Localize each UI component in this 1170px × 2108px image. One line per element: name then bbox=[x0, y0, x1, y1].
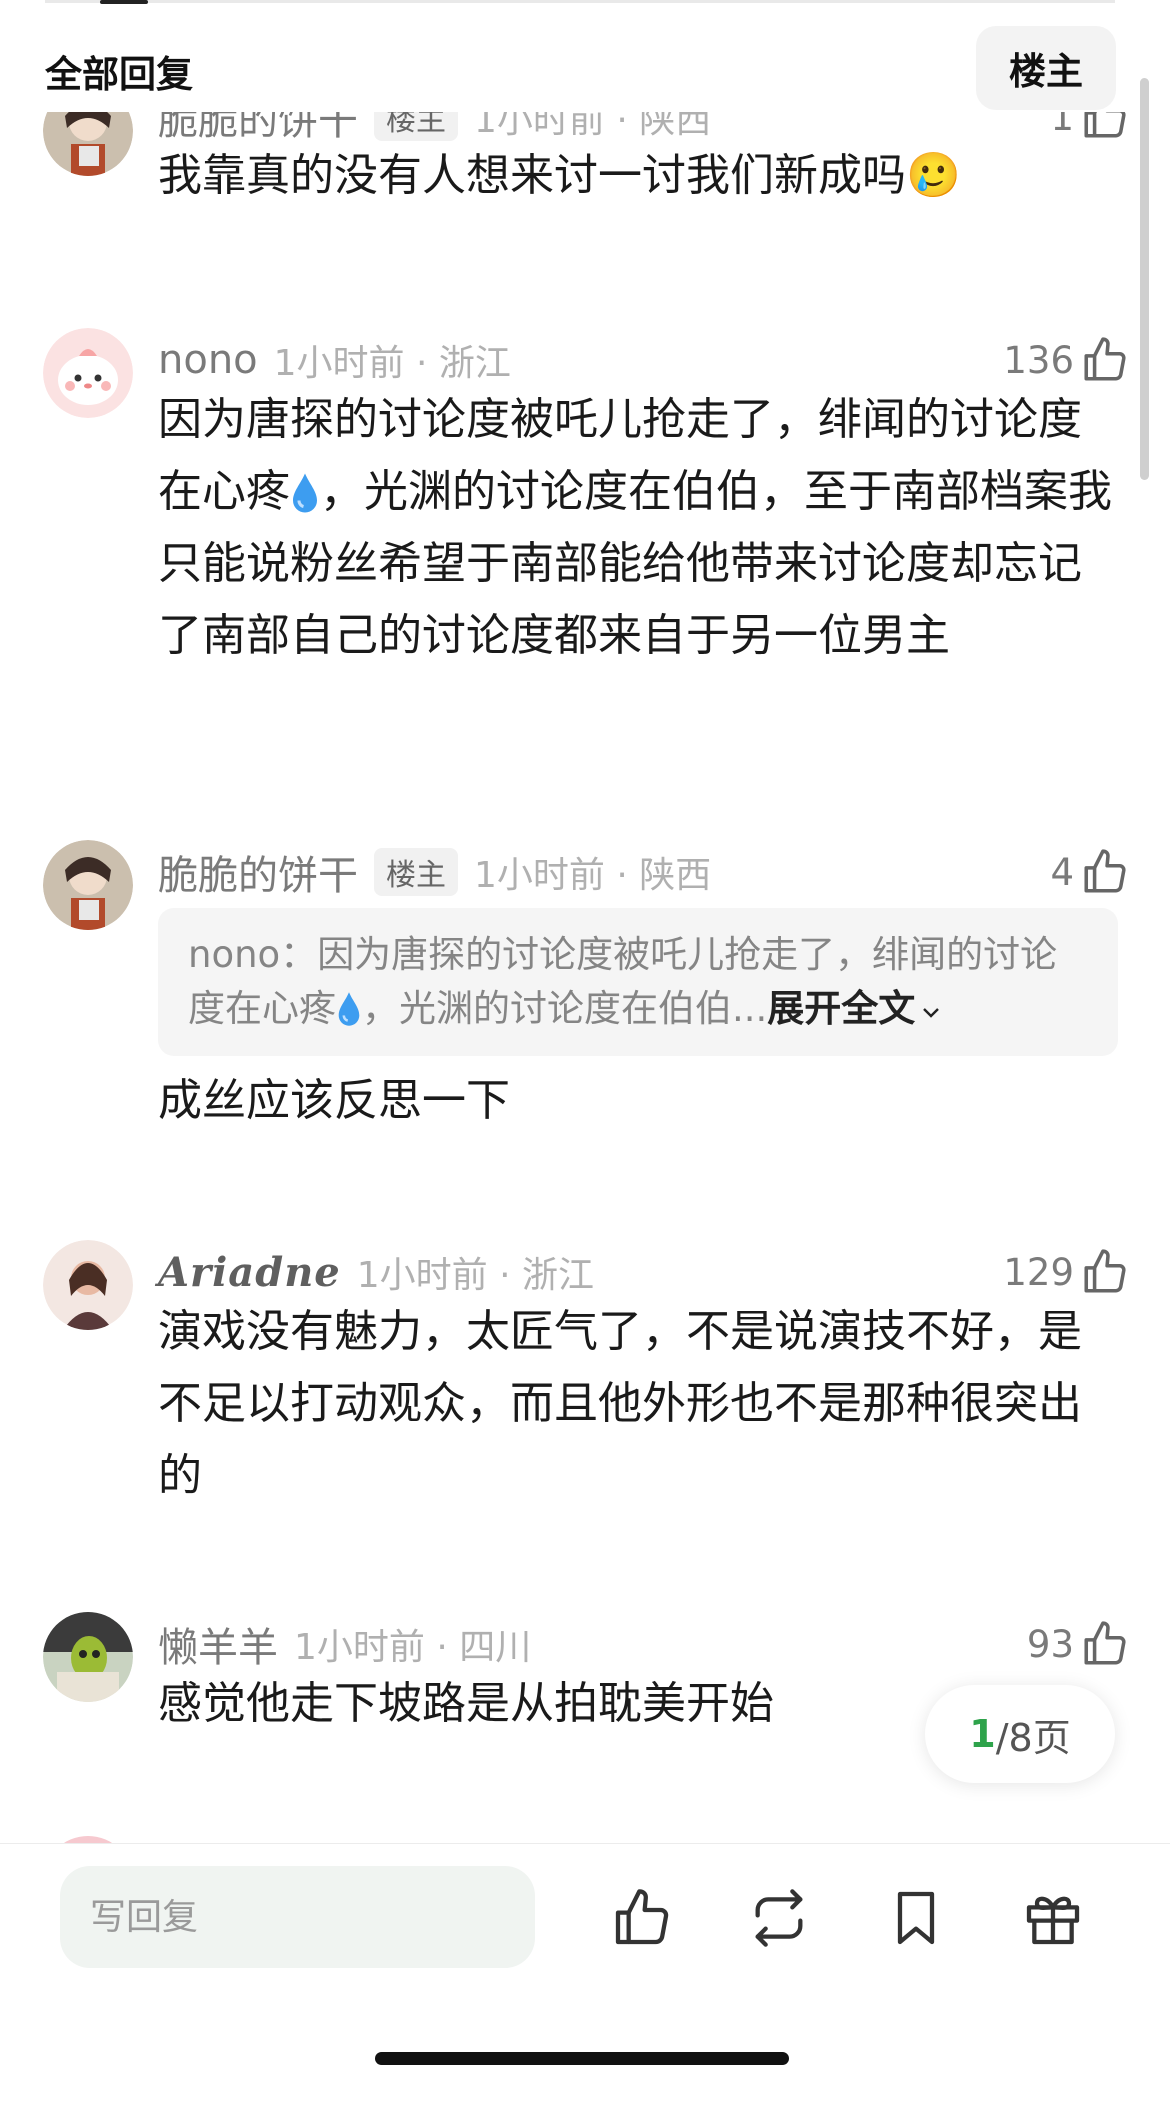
scrollbar[interactable] bbox=[1140, 78, 1149, 480]
like-count: 136 bbox=[1003, 338, 1074, 382]
comment-time: 1小时前 · 浙江 bbox=[356, 1255, 594, 1296]
comment-text: 成丝应该反思一下 bbox=[158, 1075, 510, 1126]
op-badge: 楼主 bbox=[374, 112, 458, 141]
avatar[interactable] bbox=[43, 1240, 133, 1330]
like-count: 93 bbox=[1026, 1622, 1074, 1666]
like-button[interactable]: 93 bbox=[1027, 1617, 1130, 1671]
like-button[interactable]: 4 bbox=[1050, 845, 1130, 899]
gift-icon[interactable] bbox=[1021, 1886, 1085, 1950]
comment-time: 1小时前 · 陕西 bbox=[474, 855, 712, 896]
page-title: 全部回复 bbox=[45, 53, 193, 96]
thumbs-up-icon bbox=[1084, 1621, 1126, 1665]
chevron-down-icon bbox=[923, 1008, 940, 1018]
like-button[interactable]: 136 bbox=[1003, 333, 1130, 387]
username[interactable]: 懒羊羊 bbox=[158, 1615, 278, 1673]
thumbs-up-icon bbox=[1084, 849, 1126, 893]
like-count: 4 bbox=[1050, 850, 1074, 894]
water-drop-icon bbox=[293, 473, 317, 513]
top-tab-indicator bbox=[100, 0, 148, 4]
expand-label: 展开全文 bbox=[767, 987, 916, 1030]
username[interactable]: nono bbox=[158, 337, 258, 383]
like-count: 129 bbox=[1003, 1250, 1074, 1294]
thumbs-up-icon bbox=[1084, 337, 1126, 381]
quote-author: nono： bbox=[188, 933, 318, 976]
avatar[interactable] bbox=[43, 840, 133, 930]
username[interactable]: Ariadne bbox=[158, 1249, 341, 1296]
quoted-comment[interactable]: nono：因为唐探的讨论度被吒儿抢走了，绯闻的讨论度在心疼 ，光渊的讨论度在伯伯.… bbox=[158, 908, 1118, 1056]
like-count: 1 bbox=[1050, 112, 1074, 139]
avatar[interactable] bbox=[43, 112, 133, 176]
expand-full-text-link[interactable]: 展开全文 bbox=[767, 987, 943, 1030]
quote-text-part: ，光渊的讨论度在伯伯... bbox=[362, 987, 768, 1030]
avatar[interactable] bbox=[43, 328, 133, 418]
repost-icon[interactable] bbox=[747, 1886, 811, 1950]
like-button[interactable]: 129 bbox=[1003, 1245, 1130, 1299]
thumbs-up-icon[interactable] bbox=[610, 1886, 674, 1950]
current-page: 1 bbox=[969, 1712, 996, 1756]
thumbs-up-icon bbox=[1084, 112, 1126, 138]
comment-text: 演戏没有魅力，太匠气了，不是说演技不好，是不足以打动观众，而且他外形也不是那种很… bbox=[158, 1306, 1082, 1501]
total-pages: /8页 bbox=[995, 1715, 1071, 1760]
comment-text: 我靠真的没有人想来讨一讨我们新成吗🥲 bbox=[158, 150, 961, 201]
home-indicator bbox=[375, 2052, 789, 2065]
comment-time: 1小时前 · 四川 bbox=[294, 1627, 532, 1668]
comment-time: 1小时前 · 陕西 bbox=[474, 112, 712, 141]
page-indicator[interactable]: 1/8页 bbox=[925, 1685, 1115, 1783]
water-drop-icon bbox=[338, 992, 360, 1026]
bookmark-icon[interactable] bbox=[884, 1886, 948, 1950]
top-divider bbox=[45, 0, 1115, 3]
op-badge: 楼主 bbox=[374, 848, 458, 896]
username[interactable]: 脆脆的饼干 bbox=[158, 843, 358, 901]
comment-list[interactable]: 脆脆的饼干 楼主 1小时前 · 陕西 1 我靠真的没有人想来讨一讨我们新成吗🥲 … bbox=[0, 112, 1170, 1844]
thumbs-up-icon bbox=[1084, 1249, 1126, 1293]
reply-input[interactable] bbox=[60, 1866, 535, 1968]
comment-time: 1小时前 · 浙江 bbox=[273, 343, 511, 384]
comment-text: 因为唐探的讨论度被吒儿抢走了，绯闻的讨论度在心疼 ，光渊的讨论度在伯伯，至于南部档… bbox=[158, 384, 1118, 672]
bottom-action-bar bbox=[0, 1843, 1170, 2108]
op-filter-button[interactable]: 楼主 bbox=[976, 26, 1116, 110]
avatar[interactable] bbox=[43, 1612, 133, 1702]
